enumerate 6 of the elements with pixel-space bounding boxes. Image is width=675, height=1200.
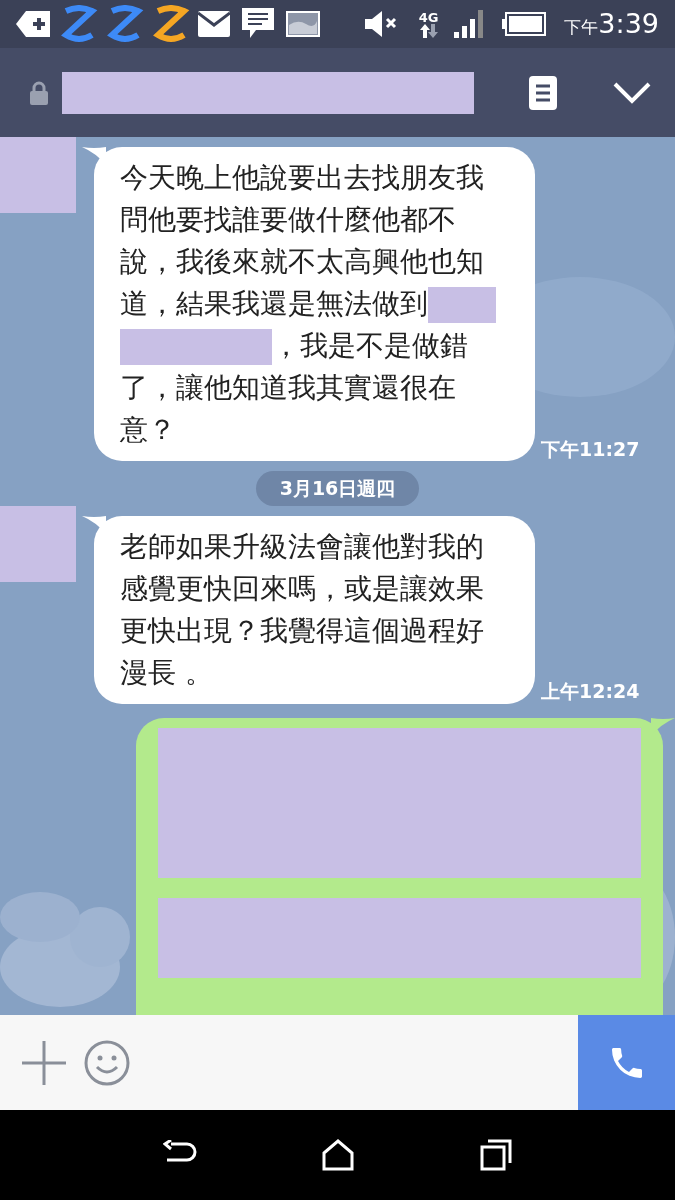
message-text: 老師如果升級法會讓他對我的感覺更快回來嗎，或是讓效果更快出現？我覺得這個過程好漫長 。	[120, 528, 485, 691]
network-indicator: 4G	[418, 10, 439, 38]
message-text: 今天晚上他說要出去找朋友我問他要找誰要做什麼他都不說，我後來就不太高興他也知道，結果我還是無法做到 ，我是不是做錯了，讓他知道我其實還很在意？	[120, 157, 509, 451]
message-time: 下午11:27	[541, 436, 640, 462]
message-time: 上午12:24	[541, 679, 640, 704]
status-time: 下午3:39	[564, 6, 659, 41]
